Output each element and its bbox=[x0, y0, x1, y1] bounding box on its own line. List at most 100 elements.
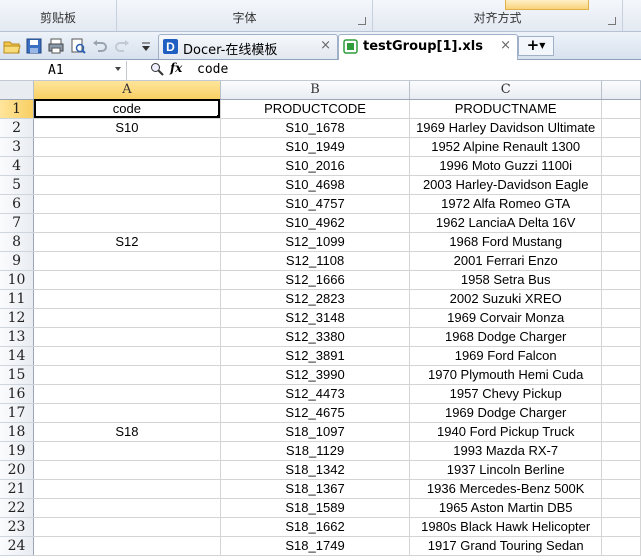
cell-productname[interactable]: PRODUCTNAME bbox=[409, 99, 603, 119]
cell-code[interactable] bbox=[33, 441, 221, 461]
cell-empty[interactable] bbox=[601, 194, 641, 214]
cell-code[interactable] bbox=[33, 346, 221, 366]
row-header[interactable]: 3 bbox=[0, 137, 35, 157]
cell-code[interactable] bbox=[33, 479, 221, 499]
cell-code[interactable] bbox=[33, 536, 221, 556]
zoom-icon[interactable] bbox=[150, 62, 164, 76]
cell-empty[interactable] bbox=[601, 308, 641, 328]
cell-productcode[interactable]: PRODUCTCODE bbox=[220, 99, 411, 119]
cell-productname[interactable]: 1993 Mazda RX-7 bbox=[409, 441, 603, 461]
cell-code[interactable] bbox=[33, 384, 221, 404]
font-dialog-launcher-icon[interactable] bbox=[358, 17, 366, 25]
print-preview-icon[interactable] bbox=[69, 37, 87, 55]
row-header[interactable]: 1 bbox=[0, 99, 35, 119]
cell-code[interactable] bbox=[33, 403, 221, 423]
cell-code[interactable] bbox=[33, 137, 221, 157]
chevron-down-icon[interactable] bbox=[115, 67, 121, 71]
cell-productcode[interactable]: S12_3990 bbox=[220, 365, 411, 385]
cell-code[interactable] bbox=[33, 251, 221, 271]
column-header-c[interactable]: C bbox=[409, 81, 603, 100]
cell-empty[interactable] bbox=[601, 536, 641, 556]
print-icon[interactable] bbox=[47, 37, 65, 55]
row-header[interactable]: 14 bbox=[0, 346, 35, 366]
cell-productcode[interactable]: S18_1749 bbox=[220, 536, 411, 556]
cell-productname[interactable]: 1940 Ford Pickup Truck bbox=[409, 422, 603, 442]
cell-empty[interactable] bbox=[601, 175, 641, 195]
new-tab-button[interactable]: +▼ bbox=[518, 36, 554, 56]
row-header[interactable]: 24 bbox=[0, 536, 35, 556]
cell-empty[interactable] bbox=[601, 99, 641, 119]
cell-code[interactable]: S12 bbox=[33, 232, 221, 252]
row-header[interactable]: 9 bbox=[0, 251, 35, 271]
row-header[interactable]: 17 bbox=[0, 403, 35, 423]
cell-code[interactable] bbox=[33, 327, 221, 347]
cell-productname[interactable]: 2002 Suzuki XREO bbox=[409, 289, 603, 309]
cell-empty[interactable] bbox=[601, 384, 641, 404]
cell-productcode[interactable]: S12_3148 bbox=[220, 308, 411, 328]
cell-empty[interactable] bbox=[601, 365, 641, 385]
cell-code[interactable] bbox=[33, 289, 221, 309]
cell-empty[interactable] bbox=[601, 251, 641, 271]
cell-productcode[interactable]: S18_1589 bbox=[220, 498, 411, 518]
cell-empty[interactable] bbox=[601, 270, 641, 290]
cell-productname[interactable]: 2001 Ferrari Enzo bbox=[409, 251, 603, 271]
cell-empty[interactable] bbox=[601, 403, 641, 423]
cell-productname[interactable]: 1969 Corvair Monza bbox=[409, 308, 603, 328]
cell-productcode[interactable]: S12_4675 bbox=[220, 403, 411, 423]
row-header[interactable]: 16 bbox=[0, 384, 35, 404]
cell-productcode[interactable]: S18_1342 bbox=[220, 460, 411, 480]
cell-code[interactable] bbox=[33, 308, 221, 328]
cell-empty[interactable] bbox=[601, 289, 641, 309]
cell-code[interactable] bbox=[33, 213, 221, 233]
insert-function-icon[interactable]: fx bbox=[170, 61, 182, 75]
row-header[interactable]: 23 bbox=[0, 517, 35, 537]
cell-empty[interactable] bbox=[601, 213, 641, 233]
cell-empty[interactable] bbox=[601, 441, 641, 461]
row-header[interactable]: 10 bbox=[0, 270, 35, 290]
cell-productname[interactable]: 1937 Lincoln Berline bbox=[409, 460, 603, 480]
cell-code[interactable] bbox=[33, 156, 221, 176]
formula-input[interactable]: code bbox=[197, 62, 228, 77]
cell-empty[interactable] bbox=[601, 460, 641, 480]
cell-productcode[interactable]: S10_4962 bbox=[220, 213, 411, 233]
cell-productname[interactable]: 1936 Mercedes-Benz 500K bbox=[409, 479, 603, 499]
cell-productcode[interactable]: S12_3380 bbox=[220, 327, 411, 347]
cell-code[interactable] bbox=[33, 194, 221, 214]
cell-empty[interactable] bbox=[601, 327, 641, 347]
name-box[interactable]: A1 bbox=[0, 61, 127, 80]
cell-productname[interactable]: 1968 Dodge Charger bbox=[409, 327, 603, 347]
column-header-b[interactable]: B bbox=[220, 81, 411, 100]
save-icon[interactable] bbox=[25, 37, 43, 55]
row-header[interactable]: 13 bbox=[0, 327, 35, 347]
cell-productcode[interactable]: S18_1662 bbox=[220, 517, 411, 537]
cell-productname[interactable]: 1969 Harley Davidson Ultimate bbox=[409, 118, 603, 138]
row-header[interactable]: 7 bbox=[0, 213, 35, 233]
cell-code[interactable]: S18 bbox=[33, 422, 221, 442]
row-header[interactable]: 5 bbox=[0, 175, 35, 195]
cell-productcode[interactable]: S12_1099 bbox=[220, 232, 411, 252]
cell-productname[interactable]: 1957 Chevy Pickup bbox=[409, 384, 603, 404]
cell-code[interactable] bbox=[33, 460, 221, 480]
row-header[interactable]: 6 bbox=[0, 194, 35, 214]
cell-empty[interactable] bbox=[601, 137, 641, 157]
column-header-d[interactable] bbox=[601, 81, 641, 100]
cell-productname[interactable]: 1980s Black Hawk Helicopter bbox=[409, 517, 603, 537]
cell-productname[interactable]: 1968 Ford Mustang bbox=[409, 232, 603, 252]
cell-code[interactable]: S10 bbox=[33, 118, 221, 138]
cell-code[interactable] bbox=[33, 270, 221, 290]
close-tab-icon[interactable]: × bbox=[320, 38, 331, 53]
cell-productcode[interactable]: S12_4473 bbox=[220, 384, 411, 404]
row-header[interactable]: 4 bbox=[0, 156, 35, 176]
cell-productcode[interactable]: S10_4757 bbox=[220, 194, 411, 214]
row-header[interactable]: 2 bbox=[0, 118, 35, 138]
cell-code[interactable] bbox=[33, 498, 221, 518]
cell-productname[interactable]: 1969 Ford Falcon bbox=[409, 346, 603, 366]
cell-productcode[interactable]: S10_1949 bbox=[220, 137, 411, 157]
row-header[interactable]: 21 bbox=[0, 479, 35, 499]
tab-testgroup-xls[interactable]: testGroup[1].xls × bbox=[338, 34, 518, 60]
tab-docer-templates[interactable]: D Docer-在线模板 × bbox=[158, 34, 338, 59]
cell-empty[interactable] bbox=[601, 498, 641, 518]
cell-code[interactable] bbox=[33, 517, 221, 537]
cell-code[interactable] bbox=[33, 365, 221, 385]
alignment-dialog-launcher-icon[interactable] bbox=[608, 17, 616, 25]
